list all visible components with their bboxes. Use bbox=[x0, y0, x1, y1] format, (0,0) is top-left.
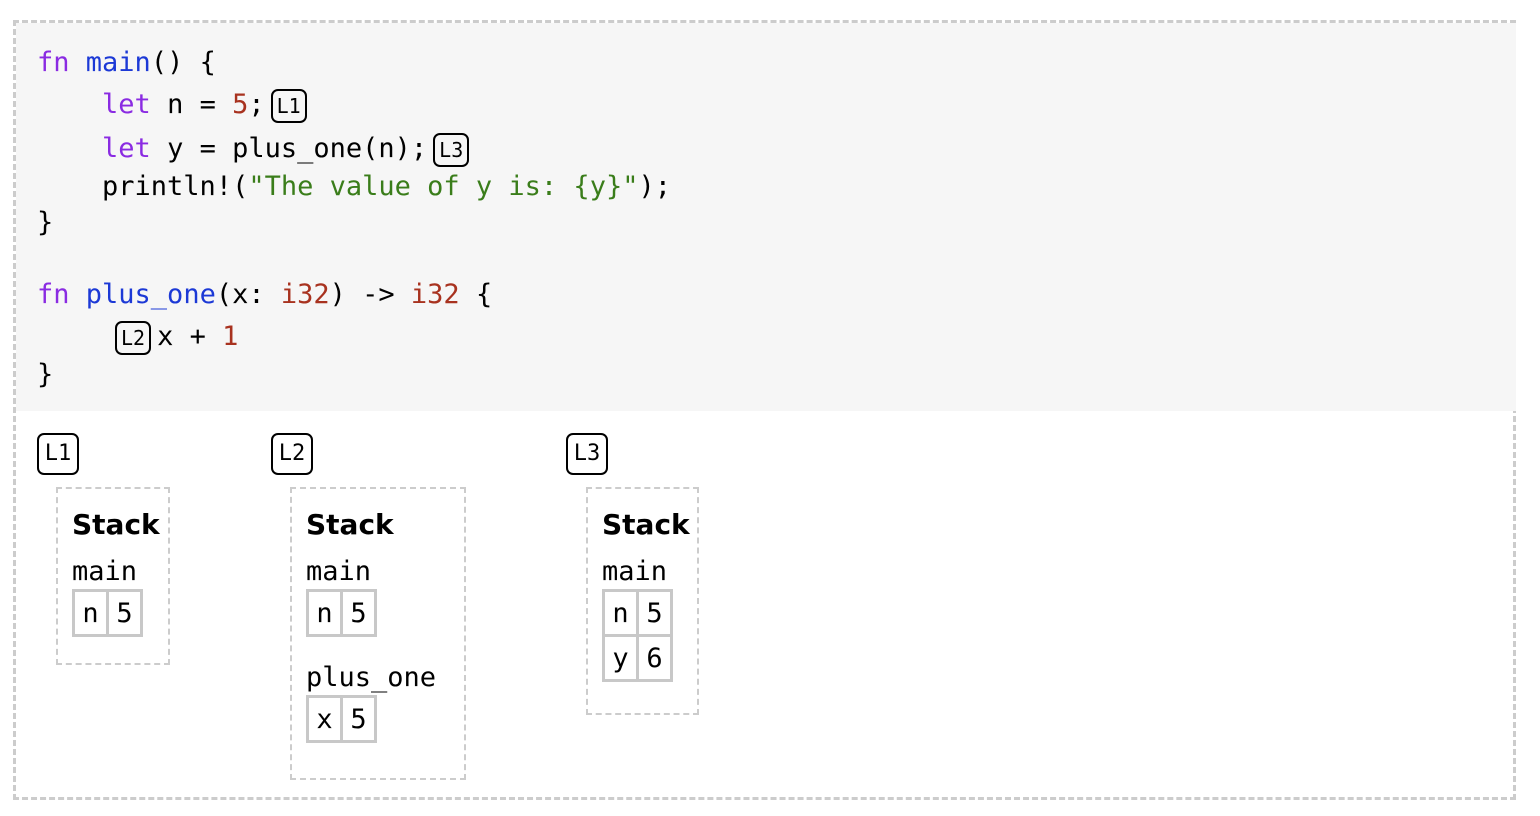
keyword: let bbox=[102, 89, 151, 120]
variable-name: n bbox=[602, 589, 639, 637]
step-label-l3: L3 bbox=[566, 433, 608, 475]
number-literal: 5 bbox=[232, 89, 249, 120]
code-line-1: fn main() { bbox=[37, 47, 216, 78]
code-line-6: fn plus_one(x: i32) -> i32 { bbox=[37, 279, 493, 310]
keyword: fn bbox=[37, 47, 70, 78]
inline-step-label-l3: L3 bbox=[433, 132, 470, 167]
variable-row: n 5 bbox=[72, 589, 143, 637]
code-line-2: let n = 5; L1 bbox=[37, 85, 307, 125]
step-label-l2: L2 bbox=[271, 433, 313, 475]
keyword: fn bbox=[37, 279, 70, 310]
frame-variables: n 5 bbox=[306, 589, 377, 637]
number-literal: 1 bbox=[222, 321, 239, 352]
code-line-8: } bbox=[37, 359, 54, 390]
variable-name: x bbox=[306, 695, 343, 743]
code-line-4: println!("The value of y is: {y}"); bbox=[37, 171, 671, 202]
variable-row: x 5 bbox=[306, 695, 377, 743]
code-line-3: let y = plus_one(n); L3 bbox=[37, 129, 470, 169]
stack-diagram-l1: Stack main n 5 bbox=[56, 487, 170, 665]
variable-name: n bbox=[72, 589, 109, 637]
stack-title: Stack bbox=[306, 508, 394, 541]
function-name: main bbox=[85, 47, 151, 78]
variable-name: y bbox=[602, 634, 639, 682]
code-line-5: } bbox=[37, 207, 54, 238]
stack-title: Stack bbox=[602, 508, 690, 541]
code-line-7: L2 x + 1 bbox=[115, 317, 238, 357]
variable-name: n bbox=[306, 589, 343, 637]
variable-row: y 6 bbox=[602, 634, 673, 682]
frame-name: main bbox=[306, 556, 372, 587]
frame-name: main bbox=[602, 556, 668, 587]
string-literal: "The value of y is: {y}" bbox=[248, 171, 639, 202]
variable-value: 6 bbox=[636, 634, 673, 682]
frame-name: plus_one bbox=[306, 662, 437, 693]
variable-value: 5 bbox=[340, 589, 377, 637]
code-block bbox=[16, 23, 1516, 411]
stack-diagram-l3: Stack main n 5 y 6 bbox=[586, 487, 699, 715]
variable-row: n 5 bbox=[306, 589, 377, 637]
variable-value: 5 bbox=[106, 589, 143, 637]
step-label-l1: L1 bbox=[37, 433, 79, 475]
frame-name: main bbox=[72, 556, 138, 587]
type-name: i32 bbox=[410, 279, 460, 310]
frame-variables: n 5 bbox=[72, 589, 143, 637]
stack-diagram-l2: Stack main n 5 plus_one x 5 bbox=[290, 487, 466, 780]
variable-row: n 5 bbox=[602, 589, 673, 637]
stack-title: Stack bbox=[72, 508, 160, 541]
variable-value: 5 bbox=[340, 695, 377, 743]
inline-step-label-l2: L2 bbox=[115, 320, 152, 355]
function-name: plus_one bbox=[85, 279, 216, 310]
type-name: i32 bbox=[280, 279, 330, 310]
frame-variables: n 5 y 6 bbox=[602, 589, 673, 682]
keyword: let bbox=[102, 133, 151, 164]
inline-step-label-l1: L1 bbox=[270, 88, 307, 123]
variable-value: 5 bbox=[636, 589, 673, 637]
frame-variables: x 5 bbox=[306, 695, 377, 743]
